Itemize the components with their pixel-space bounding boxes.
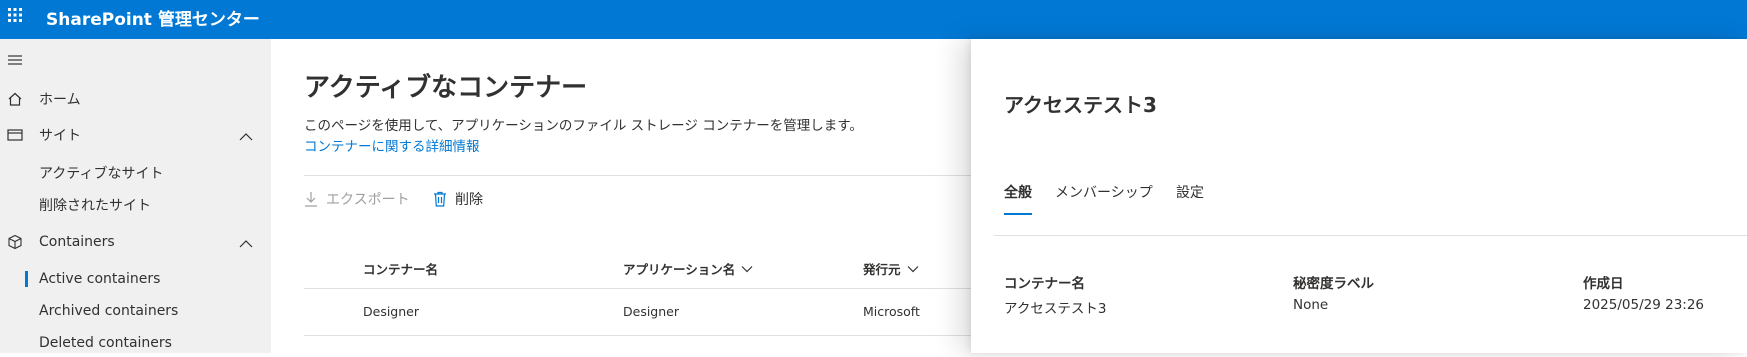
column-header-application-name[interactable]: アプリケーション名 (623, 259, 753, 278)
top-bar: SharePoint 管理センター (0, 0, 1747, 39)
tab-membership[interactable]: メンバーシップ (1055, 182, 1153, 202)
divider (994, 235, 1747, 236)
nav-item-label: ホーム (39, 92, 81, 108)
nav-item-label: Active containers (39, 271, 161, 287)
page-title: アクティブなコンテナー (304, 73, 588, 103)
nav-item-sites[interactable]: サイト (0, 120, 271, 150)
field-label-container-name: コンテナー名 (1004, 276, 1085, 292)
nav-item-label: 削除されたサイト (39, 198, 151, 214)
learn-more-link[interactable]: コンテナーに関する詳細情報 (304, 135, 480, 155)
nav-item-home[interactable]: ホーム (0, 84, 271, 114)
field-label-created: 作成日 (1583, 276, 1624, 292)
export-label: エクスポート (326, 192, 410, 208)
field-value-sensitivity: None (1293, 297, 1329, 313)
nav-subitem-archived-containers[interactable]: Archived containers (0, 297, 271, 325)
hamburger-menu-icon[interactable] (7, 53, 23, 67)
main-content: アクティブなコンテナー このページを使用して、アプリケーションのファイル ストレ… (271, 39, 971, 353)
field-label-sensitivity: 秘密度ラベル (1293, 276, 1374, 292)
chevron-down-icon (741, 265, 753, 272)
nav-item-label: アクティブなサイト (39, 166, 164, 182)
chevron-up-icon[interactable] (239, 130, 253, 141)
field-value-created: 2025/05/29 23:26 (1583, 297, 1705, 313)
panel-title: アクセステスト3 (1004, 93, 1157, 117)
nav-subitem-active-containers[interactable]: Active containers (0, 265, 271, 293)
column-header-label: 発行元 (863, 262, 901, 277)
home-icon (7, 91, 23, 107)
table-row[interactable]: Designer Designer Microsoft (304, 289, 971, 335)
nav-item-label: サイト (39, 128, 81, 144)
browser-window-icon (7, 127, 23, 143)
nav-item-label: Archived containers (39, 303, 179, 319)
tab-settings[interactable]: 設定 (1176, 182, 1204, 202)
column-header-label: コンテナー名 (363, 262, 439, 277)
left-nav: ホーム サイト アクティブなサイト 削除されたサイト Containers Ac… (0, 39, 271, 353)
cell-container-name: Designer (363, 304, 419, 319)
active-tab-indicator (1004, 213, 1032, 215)
divider (304, 335, 971, 336)
tab-general[interactable]: 全般 (1004, 182, 1032, 202)
cell-application-name: Designer (623, 304, 679, 319)
column-header-publisher[interactable]: 発行元 (863, 259, 919, 278)
nav-item-label: Containers (39, 234, 115, 250)
divider (304, 175, 971, 176)
app-title[interactable]: SharePoint 管理センター (46, 5, 260, 30)
download-icon (305, 192, 317, 207)
nav-subitem-active-sites[interactable]: アクティブなサイト (0, 159, 271, 187)
column-header-container-name[interactable]: コンテナー名 (363, 259, 438, 278)
delete-button[interactable]: 削除 (433, 187, 483, 211)
page-description: このページを使用して、アプリケーションのファイル ストレージ コンテナーを管理し… (304, 118, 863, 134)
cell-publisher: Microsoft (863, 304, 920, 319)
field-value-container-name: アクセステスト3 (1004, 301, 1107, 317)
chevron-up-icon[interactable] (239, 237, 253, 248)
trash-icon (434, 191, 446, 207)
nav-item-label: Deleted containers (39, 335, 172, 351)
cube-icon (7, 234, 23, 250)
column-header-label: アプリケーション名 (623, 262, 736, 277)
nav-item-containers[interactable]: Containers (0, 227, 271, 257)
chevron-down-icon (907, 265, 918, 272)
nav-subitem-deleted-sites[interactable]: 削除されたサイト (0, 191, 271, 219)
app-launcher-icon[interactable] (7, 7, 23, 23)
export-button[interactable]: エクスポート (304, 187, 410, 211)
delete-label: 削除 (455, 192, 483, 208)
details-panel: アクセステスト3 全般 メンバーシップ 設定 コンテナー名 アクセステスト3 秘… (971, 39, 1747, 353)
